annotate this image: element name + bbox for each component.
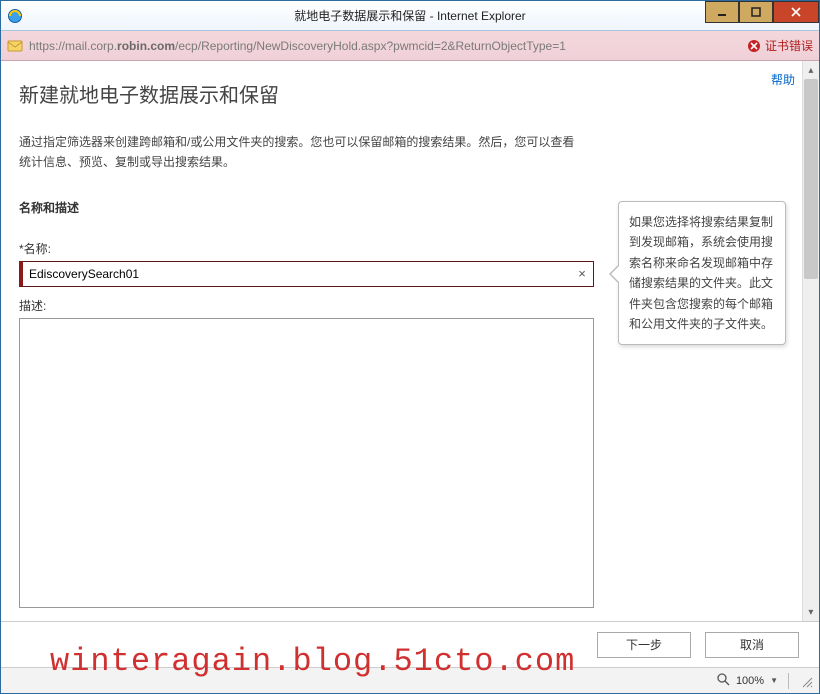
zoom-icon[interactable]	[716, 672, 730, 689]
description-label: 描述:	[19, 297, 594, 314]
callout-text: 如果您选择将搜索结果复制到发现邮箱，系统会使用搜索名称来命名发现邮箱中存储搜索结…	[629, 215, 773, 331]
cert-error-icon	[747, 39, 761, 53]
cert-error-label: 证书错误	[765, 37, 813, 54]
address-bar: https://mail.corp.robin.com/ecp/Reportin…	[1, 31, 819, 61]
main-column: 新建就地电子数据展示和保留 通过指定筛选器来创建跨邮箱和/或公用文件夹的搜索。您…	[1, 61, 602, 621]
description-textarea[interactable]	[19, 318, 594, 608]
resize-grip-icon[interactable]	[799, 674, 813, 688]
page-title: 新建就地电子数据展示和保留	[19, 79, 594, 108]
url-domain: robin.com	[117, 39, 175, 53]
maximize-button[interactable]	[739, 1, 773, 23]
next-button[interactable]: 下一步	[597, 632, 691, 658]
scroll-down-arrow-icon[interactable]: ▾	[803, 603, 819, 621]
ie-icon	[7, 8, 23, 24]
statusbar-separator	[788, 673, 789, 689]
window-frame: 就地电子数据展示和保留 - Internet Explorer https://…	[0, 0, 820, 694]
certificate-error[interactable]: 证书错误	[747, 37, 813, 54]
url-text[interactable]: https://mail.corp.robin.com/ecp/Reportin…	[29, 39, 741, 53]
scroll-thumb[interactable]	[804, 79, 818, 279]
url-prefix: https://mail.corp.	[29, 39, 117, 53]
vertical-scrollbar[interactable]: ▴ ▾	[802, 61, 819, 621]
content: 新建就地电子数据展示和保留 通过指定筛选器来创建跨邮箱和/或公用文件夹的搜索。您…	[1, 61, 819, 621]
scroll-up-arrow-icon[interactable]: ▴	[803, 61, 819, 79]
name-label: *名称:	[19, 240, 594, 257]
cancel-button[interactable]: 取消	[705, 632, 799, 658]
name-input[interactable]	[23, 262, 571, 286]
help-callout: 如果您选择将搜索结果复制到发现邮箱，系统会使用搜索名称来命名发现邮箱中存储搜索结…	[618, 201, 786, 345]
close-button[interactable]	[773, 1, 819, 23]
page-favicon-icon	[7, 39, 23, 53]
section-heading: 名称和描述	[19, 199, 594, 216]
status-bar: 100% ▼	[1, 667, 819, 693]
minimize-button[interactable]	[705, 1, 739, 23]
dialog-footer: 下一步 取消	[1, 621, 819, 667]
content-wrap: 帮助 新建就地电子数据展示和保留 通过指定筛选器来创建跨邮箱和/或公用文件夹的搜…	[1, 61, 819, 693]
window-title: 就地电子数据展示和保留 - Internet Explorer	[1, 7, 819, 24]
clear-input-icon[interactable]: ×	[571, 266, 593, 281]
name-input-wrap: ×	[19, 261, 594, 287]
zoom-dropdown-icon[interactable]: ▼	[770, 676, 778, 685]
zoom-level[interactable]: 100%	[736, 675, 764, 687]
window-controls	[705, 1, 819, 23]
callout-column: 如果您选择将搜索结果复制到发现邮箱，系统会使用搜索名称来命名发现邮箱中存储搜索结…	[602, 61, 802, 621]
intro-text: 通过指定筛选器来创建跨邮箱和/或公用文件夹的搜索。您也可以保留邮箱的搜索结果。然…	[19, 132, 579, 173]
url-path: /ecp/Reporting/NewDiscoveryHold.aspx?pwm…	[175, 39, 566, 53]
titlebar: 就地电子数据展示和保留 - Internet Explorer	[1, 1, 819, 31]
